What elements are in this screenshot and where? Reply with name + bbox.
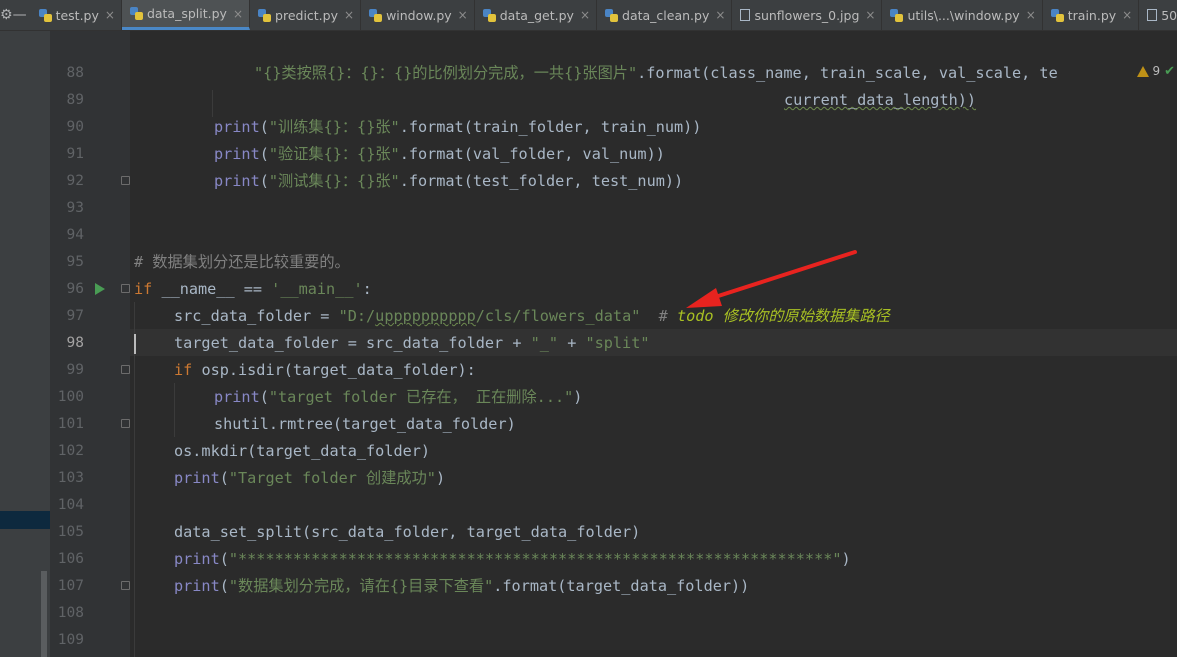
tab-utils-window-py[interactable]: utils\...\window.py × xyxy=(882,0,1043,30)
code-line-107: print("数据集划分完成，请在{}目录下查看".format(target_… xyxy=(174,577,750,595)
python-file-icon xyxy=(605,8,619,22)
selected-tree-row[interactable] xyxy=(0,511,50,529)
gear-icon[interactable]: ⚙ xyxy=(0,7,13,23)
line-number: 99 xyxy=(66,362,84,378)
panel-scrollbar[interactable] xyxy=(41,571,47,657)
tab-data-clean-py[interactable]: data_clean.py × xyxy=(597,0,733,30)
tab-test-py[interactable]: test.py × xyxy=(31,0,122,30)
close-icon[interactable]: × xyxy=(865,8,875,22)
line-number: 107 xyxy=(57,578,84,594)
code-line-103: print("Target folder 创建成功") xyxy=(174,469,446,487)
line-number: 102 xyxy=(57,443,84,459)
line-number: 95 xyxy=(66,254,84,270)
text-caret xyxy=(134,334,136,354)
fold-marker[interactable] xyxy=(121,419,130,428)
code-line-106: print("*********************************… xyxy=(174,550,851,568)
python-file-icon xyxy=(258,8,272,22)
line-number: 98 xyxy=(66,335,84,351)
tab-train-py[interactable]: train.py × xyxy=(1043,0,1140,30)
close-icon[interactable]: × xyxy=(1026,8,1036,22)
code-line-91: print("验证集{}：{}张".format(val_folder, val… xyxy=(214,145,665,163)
line-number: 103 xyxy=(57,470,84,486)
tab-predict-py[interactable]: predict.py × xyxy=(250,0,362,30)
check-icon: ✔ xyxy=(1164,63,1175,79)
close-icon[interactable]: × xyxy=(233,7,243,21)
line-number: 100 xyxy=(57,389,84,405)
python-file-icon xyxy=(38,8,52,22)
code-line-89: current_data_length)) xyxy=(784,91,977,109)
tab-label: data_get.py xyxy=(499,7,574,23)
run-icon[interactable] xyxy=(95,283,105,295)
line-number: 109 xyxy=(57,632,84,648)
tab-label: predict.py xyxy=(275,7,338,23)
line-number: 104 xyxy=(57,497,84,513)
python-file-icon xyxy=(129,7,143,20)
image-file-icon xyxy=(740,9,751,21)
line-number: 93 xyxy=(66,200,84,216)
code-line-88: "{}类按照{}：{}：{}的比例划分完成，一共{}张图片".format(cl… xyxy=(254,64,1058,82)
line-number: 106 xyxy=(57,551,84,567)
line-number: 94 xyxy=(66,227,84,243)
tab-label: data_split.py xyxy=(146,6,227,21)
fold-marker[interactable] xyxy=(121,176,130,185)
project-panel xyxy=(0,31,50,657)
close-icon[interactable]: × xyxy=(458,8,468,22)
image-file-icon xyxy=(1147,9,1158,21)
line-number: 105 xyxy=(57,524,84,540)
fold-marker[interactable] xyxy=(121,365,130,374)
code-line-95: # 数据集划分还是比较重要的。 xyxy=(134,253,350,271)
close-icon[interactable]: × xyxy=(580,8,590,22)
indent-guide xyxy=(174,383,175,437)
tab-sunflowers-0-jpg[interactable]: sunflowers_0.jpg × xyxy=(732,0,883,30)
tab-list: test.py × data_split.py × predict.py × window.… xyxy=(31,0,1177,30)
tab-label: window.py xyxy=(386,7,452,23)
close-icon[interactable]: × xyxy=(715,8,725,22)
code-line-105: data_set_split(src_data_folder, target_d… xyxy=(174,523,641,541)
close-icon[interactable]: × xyxy=(105,8,115,22)
tab-window-py[interactable]: window.py × xyxy=(361,0,475,30)
tab-label: sunflowers_0.jpg xyxy=(754,7,860,23)
line-number: 88 xyxy=(66,65,84,81)
tab-data-split-py[interactable]: data_split.py × xyxy=(121,0,251,30)
python-file-icon xyxy=(890,8,904,22)
code-line-102: os.mkdir(target_data_folder) xyxy=(174,442,431,460)
close-icon[interactable]: × xyxy=(344,8,354,22)
code-line-99: if osp.isdir(target_data_folder): xyxy=(174,361,476,379)
warning-icon xyxy=(1137,65,1150,77)
code-line-101: shutil.rmtree(target_data_folder) xyxy=(214,415,516,433)
line-number: 97 xyxy=(66,308,84,324)
code-line-97: src_data_folder = "D:/upppppppppp/cls/fl… xyxy=(174,307,890,325)
indent-guide xyxy=(212,90,213,117)
code-line-100: print("target folder 已存在， 正在删除...") xyxy=(214,388,583,406)
code-line-90: print("训练集{}：{}张".format(train_folder, t… xyxy=(214,118,702,136)
tab-5066[interactable]: 5066 xyxy=(1139,0,1177,30)
line-number: 92 xyxy=(66,173,84,189)
tab-data-get-py[interactable]: data_get.py × xyxy=(475,0,598,30)
code-line-92: print("测试集{}：{}张".format(test_folder, te… xyxy=(214,172,684,190)
line-number: 89 xyxy=(66,92,84,108)
tab-label: train.py xyxy=(1067,7,1117,23)
inspection-widget[interactable]: 9 ✔ xyxy=(1135,60,1177,82)
fold-marker[interactable] xyxy=(121,284,130,293)
warning-count: 9 xyxy=(1152,64,1161,78)
line-number: 101 xyxy=(57,416,84,432)
editor-tab-bar: ⚙ — test.py × data_split.py × predict.py × win… xyxy=(0,0,1177,31)
close-icon[interactable]: × xyxy=(1122,8,1132,22)
python-file-icon xyxy=(1050,8,1064,22)
tab-label: utils\...\window.py xyxy=(907,7,1020,23)
tab-label: test.py xyxy=(55,7,99,23)
minus-icon[interactable]: — xyxy=(13,7,27,23)
code-line-98: target_data_folder = src_data_folder + "… xyxy=(174,334,650,352)
fold-marker[interactable] xyxy=(121,581,130,590)
line-number: 90 xyxy=(66,119,84,135)
line-number: 91 xyxy=(66,146,84,162)
tab-label: 5066 xyxy=(1161,7,1177,23)
python-file-icon xyxy=(482,8,496,22)
line-number: 96 xyxy=(66,281,84,297)
python-file-icon xyxy=(369,8,383,22)
tab-label: data_clean.py xyxy=(622,7,710,23)
line-number: 108 xyxy=(57,605,84,621)
code-line-96: if __name__ == '__main__': xyxy=(134,280,372,298)
indent-guide xyxy=(134,302,135,657)
